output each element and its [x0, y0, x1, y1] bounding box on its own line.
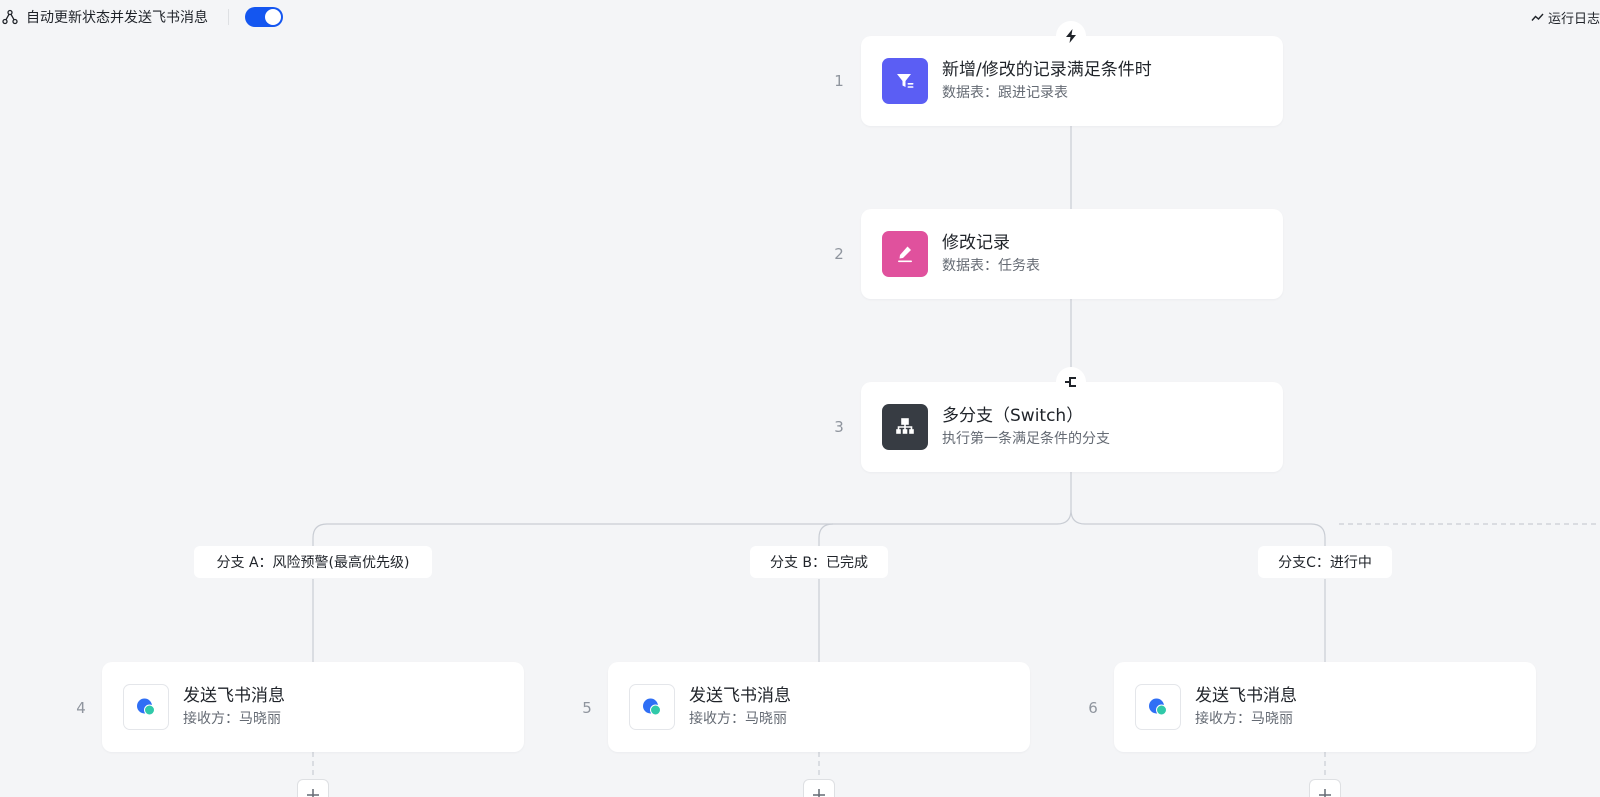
- node-subtitle: 执行第一条满足条件的分支: [942, 430, 1110, 447]
- send-message-node-b[interactable]: 发送飞书消息 接收方：马晓丽: [608, 662, 1030, 752]
- node-index: 6: [1088, 699, 1098, 717]
- node-index: 4: [76, 699, 86, 717]
- node-title: 发送飞书消息: [689, 685, 791, 706]
- switch-icon: [882, 404, 928, 450]
- send-message-node-a[interactable]: 发送飞书消息 接收方：马晓丽: [102, 662, 524, 752]
- workflow-icon: [2, 9, 18, 25]
- node-subtitle: 接收方：马晓丽: [183, 710, 281, 727]
- node-subtitle: 接收方：马晓丽: [689, 710, 787, 727]
- feishu-message-icon: [629, 684, 675, 730]
- plus-icon: [307, 789, 319, 797]
- add-step-button[interactable]: [803, 779, 835, 797]
- toggle-knob: [265, 9, 281, 25]
- node-index: 3: [834, 418, 844, 436]
- trend-icon: [1531, 13, 1544, 21]
- filter-icon: [882, 58, 928, 104]
- branch-c-label[interactable]: 分支C：进行中: [1258, 546, 1392, 578]
- plus-icon: [813, 789, 825, 797]
- edit-icon: [882, 231, 928, 277]
- node-title: 新增/修改的记录满足条件时: [942, 59, 1152, 80]
- feishu-message-icon: [1135, 684, 1181, 730]
- node-subtitle: 数据表：跟进记录表: [942, 84, 1068, 101]
- branch-merge-icon: [1056, 367, 1086, 397]
- node-title: 修改记录: [942, 232, 1010, 253]
- node-title: 发送飞书消息: [1195, 685, 1297, 706]
- plus-icon: [1319, 789, 1331, 797]
- node-title: 多分支（Switch）: [942, 405, 1084, 426]
- node-index: 1: [834, 72, 844, 90]
- node-title: 发送飞书消息: [183, 685, 285, 706]
- workflow-header: 自动更新状态并发送飞书消息: [2, 6, 283, 28]
- add-step-button[interactable]: [297, 779, 329, 797]
- node-index: 2: [834, 245, 844, 263]
- branch-a-label[interactable]: 分支 A：风险预警(最高优先级): [194, 546, 432, 578]
- add-step-button[interactable]: [1309, 779, 1341, 797]
- feishu-message-icon: [123, 684, 169, 730]
- workflow-canvas[interactable]: 自动更新状态并发送飞书消息 运行日志 1 新增/修改的记录满足条件时 数据表：跟…: [0, 0, 1600, 797]
- node-subtitle: 数据表：任务表: [942, 257, 1040, 274]
- update-record-node[interactable]: 修改记录 数据表：任务表: [861, 209, 1283, 299]
- node-subtitle: 接收方：马晓丽: [1195, 710, 1293, 727]
- run-log-label: 运行日志: [1547, 12, 1600, 27]
- run-log-button[interactable]: 运行日志: [1531, 8, 1600, 27]
- branch-b-label[interactable]: 分支 B：已完成: [750, 546, 888, 578]
- send-message-node-c[interactable]: 发送飞书消息 接收方：马晓丽: [1114, 662, 1536, 752]
- node-index: 5: [582, 699, 592, 717]
- enable-toggle[interactable]: [245, 7, 283, 27]
- workflow-title: 自动更新状态并发送飞书消息: [26, 10, 208, 26]
- lightning-icon: [1056, 21, 1086, 51]
- header-divider: [228, 9, 229, 25]
